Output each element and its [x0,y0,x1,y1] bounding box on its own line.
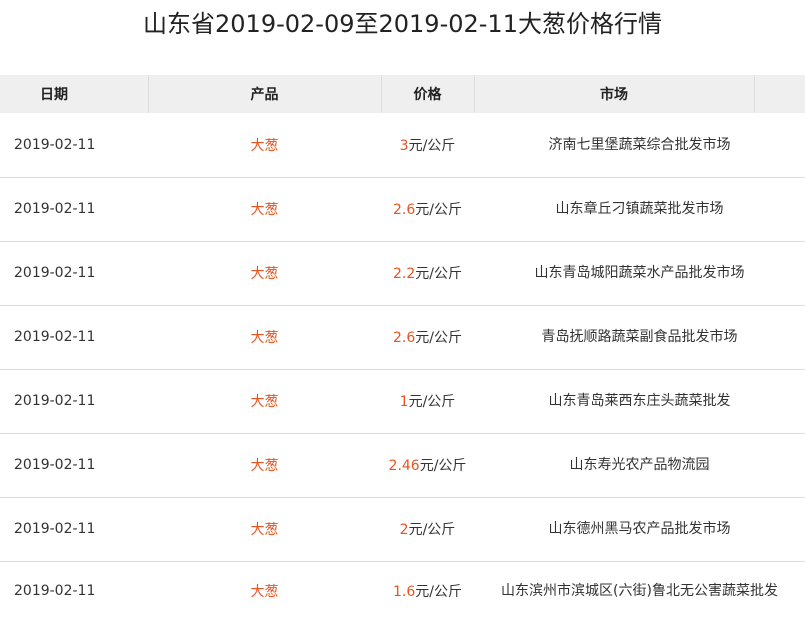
table-row: 2019-02-11 大葱 1.6元/公斤 山东滨州市滨城区(六街)鲁北无公害蔬菜批发 [0,561,805,621]
header-extra [754,75,805,113]
row-date: 2019-02-11 [14,583,96,600]
row-price-unit: 元/公斤 [408,522,456,538]
header-price: 价格 [381,75,475,113]
row-price: 2.2元/公斤 [381,241,474,305]
row-market[interactable]: 山东滨州市滨城区(六街)鲁北无公害蔬菜批发 [474,561,805,621]
row-market[interactable]: 山东德州黑马农产品批发市场 [474,497,805,561]
price-table: 日期 产品 价格 市场 2019-02-11 大葱 3元/公斤 济南七里堡蔬菜综合批发… [0,75,805,621]
row-product[interactable]: 大葱 [148,305,381,369]
table-row: 2019-02-11 大葱 2.6元/公斤 青岛抚顺路蔬菜副食品批发市场 [0,305,805,369]
table-row: 2019-02-11 大葱 2.6元/公斤 山东章丘刁镇蔬菜批发市场 [0,177,805,241]
table-row: 2019-02-11 大葱 2元/公斤 山东德州黑马农产品批发市场 [0,497,805,561]
row-price-unit: 元/公斤 [408,394,456,410]
table-body: 2019-02-11 大葱 3元/公斤 济南七里堡蔬菜综合批发市场 2019-02-11… [0,113,805,621]
row-price-value: 2.6 [393,330,416,346]
row-price: 2.6元/公斤 [381,305,474,369]
header-row: 日期 产品 价格 市场 [0,75,805,113]
row-price-unit: 元/公斤 [415,202,462,218]
price-page: 山东省2019-02-09至2019-02-11大葱价格行情 日期 产品 价格 … [0,0,805,624]
row-market[interactable]: 山东章丘刁镇蔬菜批发市场 [474,177,805,241]
page-title: 山东省2019-02-09至2019-02-11大葱价格行情 [143,10,662,38]
row-date: 2019-02-11 [14,201,96,217]
row-price-value: 2.46 [388,458,420,474]
row-product[interactable]: 大葱 [148,113,381,177]
row-market[interactable]: 山东寿光农产品物流园 [474,433,805,497]
row-price: 1元/公斤 [381,369,474,433]
row-price-unit: 元/公斤 [419,458,467,474]
row-date: 2019-02-11 [14,136,96,153]
row-price-value: 2.2 [393,266,416,282]
header-market: 市场 [474,75,755,113]
table-row: 2019-02-11 大葱 2.46元/公斤 山东寿光农产品物流园 [0,433,805,497]
row-price: 2元/公斤 [381,497,474,561]
row-price-value: 2.6 [393,202,416,218]
row-price-value: 2 [399,522,409,538]
row-price: 2.46元/公斤 [381,433,474,497]
table-row: 2019-02-11 大葱 3元/公斤 济南七里堡蔬菜综合批发市场 [0,113,805,177]
row-date: 2019-02-11 [14,457,96,473]
row-product[interactable]: 大葱 [148,369,381,433]
row-product[interactable]: 大葱 [148,241,381,305]
row-price-unit: 元/公斤 [415,266,462,282]
row-product[interactable]: 大葱 [148,561,381,621]
row-price-value: 1 [399,394,409,410]
row-price: 1.6元/公斤 [381,561,474,621]
row-price-unit: 元/公斤 [415,330,462,346]
row-market[interactable]: 山东青岛莱西东庄头蔬菜批发 [474,369,805,433]
header-date: 日期 [0,75,149,113]
header-product: 产品 [148,75,382,113]
row-date: 2019-02-11 [14,329,96,345]
row-price-value: 1.6 [393,584,416,601]
row-price: 2.6元/公斤 [381,177,474,241]
row-price-value: 3 [399,137,409,154]
table-row: 2019-02-11 大葱 1元/公斤 山东青岛莱西东庄头蔬菜批发 [0,369,805,433]
row-price-unit: 元/公斤 [408,137,456,154]
row-market[interactable]: 济南七里堡蔬菜综合批发市场 [474,113,805,177]
row-product[interactable]: 大葱 [148,177,381,241]
row-date: 2019-02-11 [14,521,96,537]
table-row: 2019-02-11 大葱 2.2元/公斤 山东青岛城阳蔬菜水产品批发市场 [0,241,805,305]
row-market[interactable]: 山东青岛城阳蔬菜水产品批发市场 [474,241,805,305]
row-date: 2019-02-11 [14,265,96,281]
row-date: 2019-02-11 [14,393,96,409]
row-price: 3元/公斤 [381,113,474,177]
row-price-unit: 元/公斤 [415,584,462,601]
row-market[interactable]: 青岛抚顺路蔬菜副食品批发市场 [474,305,805,369]
row-product[interactable]: 大葱 [148,497,381,561]
row-product[interactable]: 大葱 [148,433,381,497]
table-header: 日期 产品 价格 市场 [0,75,805,113]
